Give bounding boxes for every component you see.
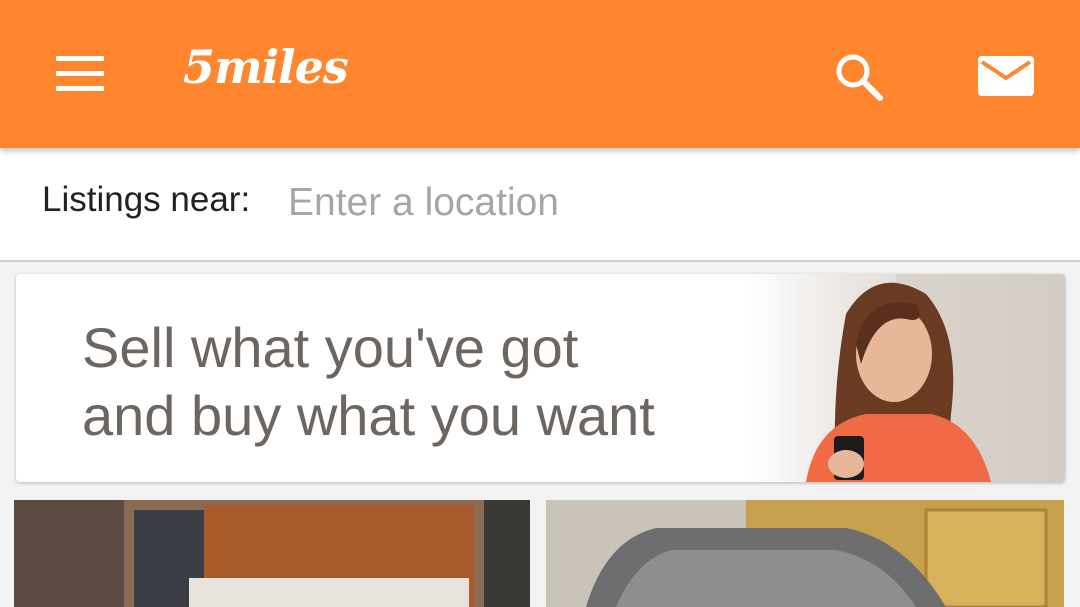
hamburger-menu-icon-bar [56,86,104,91]
messages-button[interactable] [976,54,1036,98]
location-bar: Listings near: [0,148,1080,262]
listings-near-label: Listings near: [42,180,251,219]
location-input[interactable] [284,174,992,232]
search-button[interactable] [832,50,888,106]
banner-line-2: and buy what you want [82,384,655,447]
mail-icon [978,56,1034,96]
furniture-photo [14,500,530,607]
listing-card[interactable] [546,500,1064,607]
woman-with-phone-photo [746,274,1065,482]
menu-button[interactable] [52,52,108,96]
promo-banner[interactable]: Sell what you've got and buy what you wa… [16,274,1065,482]
app-logo: 5miles [183,40,349,94]
hamburger-menu-icon-bar [56,71,104,76]
banner-line-1: Sell what you've got [82,316,579,379]
app-toolbar: 5miles [0,0,1080,148]
banner-text: Sell what you've got and buy what you wa… [82,314,655,450]
wicker-basket-photo [546,500,1064,607]
listing-card[interactable] [14,500,530,607]
search-icon [836,54,883,101]
hamburger-menu-icon [56,56,104,61]
